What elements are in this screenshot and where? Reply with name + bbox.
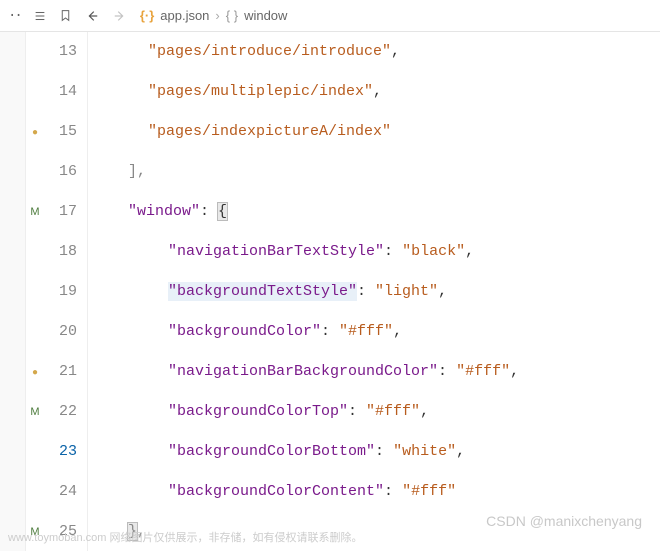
- gutter-marks: ● M ● M M: [26, 32, 44, 551]
- code-content[interactable]: "pages/introduce/introduce", "pages/mult…: [88, 32, 660, 551]
- line-numbers: 13 14 15 16 17 18 19 20 21 22 23 24 25: [44, 32, 88, 551]
- breadcrumb-file: app.json: [160, 8, 209, 23]
- bookmark-icon[interactable]: [59, 8, 72, 23]
- modified-dot-icon: ●: [26, 352, 44, 392]
- modified-dot-icon: ●: [26, 112, 44, 152]
- activity-strip: [0, 32, 26, 551]
- watermark-csdn: CSDN @manixchenyang: [486, 513, 642, 529]
- breadcrumb[interactable]: {·} app.json › { } window: [140, 8, 288, 23]
- nav-forward-icon: [112, 9, 128, 23]
- code-editor[interactable]: ● M ● M M 13 14 15 16 17 18 19 20 21 22 …: [26, 32, 660, 551]
- watermark-toymoban: www.toymoban.com 网络图片仅供展示，非存储，如有侵权请联系删除。: [8, 529, 362, 545]
- more-icon[interactable]: ··: [8, 8, 21, 24]
- chevron-right-icon: ›: [215, 8, 219, 23]
- editor-toolbar: ·· {·} app.json › { } window: [0, 0, 660, 32]
- object-icon: { }: [226, 8, 238, 23]
- nav-back-icon[interactable]: [84, 9, 100, 23]
- outline-icon[interactable]: [33, 9, 47, 23]
- modified-m-icon: M: [26, 392, 44, 432]
- modified-m-icon: M: [26, 192, 44, 232]
- json-file-icon: {·}: [140, 8, 154, 23]
- breadcrumb-section: window: [244, 8, 287, 23]
